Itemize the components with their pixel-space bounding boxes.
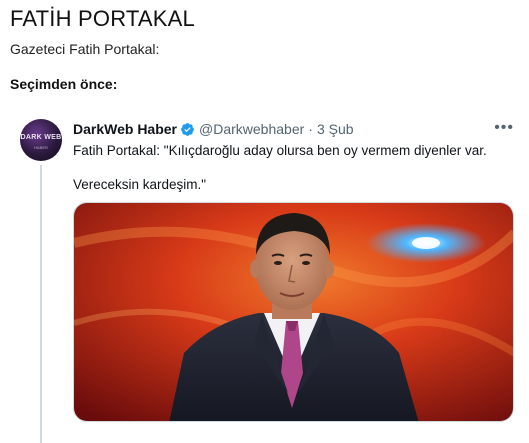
avatar-logo-text: DARK WEB [20, 134, 62, 141]
section-label: Seçimden önce: [10, 76, 118, 92]
author-name[interactable]: DarkWeb Haber [73, 121, 177, 137]
author-handle[interactable]: @Darkwebhaber [199, 121, 304, 137]
avatar-logo-subtext: HABER [34, 145, 48, 150]
tweet-header: DarkWeb Haber @Darkwebhaber · 3 Şub [73, 121, 354, 137]
separator-dot: · [308, 121, 313, 137]
avatar[interactable]: DARK WEB HABER [20, 119, 62, 161]
tweet-media-image[interactable] [73, 202, 514, 422]
page-title: FATİH PORTAKAL [10, 6, 195, 31]
thread-line [40, 165, 42, 443]
tweet-text-line2: Vereceksin kardeşim." [73, 177, 207, 192]
tweet-date[interactable]: 3 Şub [317, 121, 354, 137]
more-horizontal-icon[interactable]: ••• [494, 119, 514, 137]
post-subtitle: Gazeteci Fatih Portakal: [10, 41, 160, 57]
verified-badge-icon [181, 122, 194, 136]
embedded-tweet[interactable]: DARK WEB HABER DarkWeb Haber @Darkwebhab… [10, 111, 520, 443]
tweet-text-line1: Fatih Portakal: "Kılıçdaroğlu aday olurs… [73, 143, 487, 158]
media-photo [74, 203, 513, 421]
